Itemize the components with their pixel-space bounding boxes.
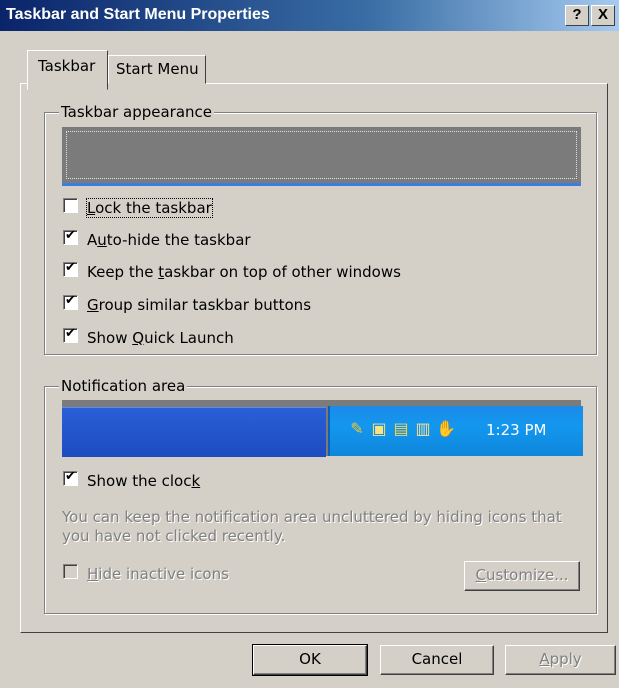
help-button[interactable]: ?: [565, 5, 589, 26]
title-bar: Taskbar and Start Menu Properties ? X: [0, 0, 619, 31]
tab-panel: [20, 83, 608, 633]
window-title: Taskbar and Start Menu Properties: [6, 6, 270, 23]
tab-start-menu[interactable]: Start Menu: [108, 55, 206, 84]
ok-button[interactable]: OK: [252, 644, 368, 676]
tab-taskbar-label: Taskbar: [38, 57, 96, 75]
close-button[interactable]: X: [591, 5, 615, 26]
cancel-button[interactable]: Cancel: [380, 645, 494, 675]
tab-start-menu-label: Start Menu: [116, 60, 199, 78]
apply-button[interactable]: Apply: [505, 645, 616, 675]
tab-taskbar[interactable]: Taskbar: [27, 50, 108, 90]
